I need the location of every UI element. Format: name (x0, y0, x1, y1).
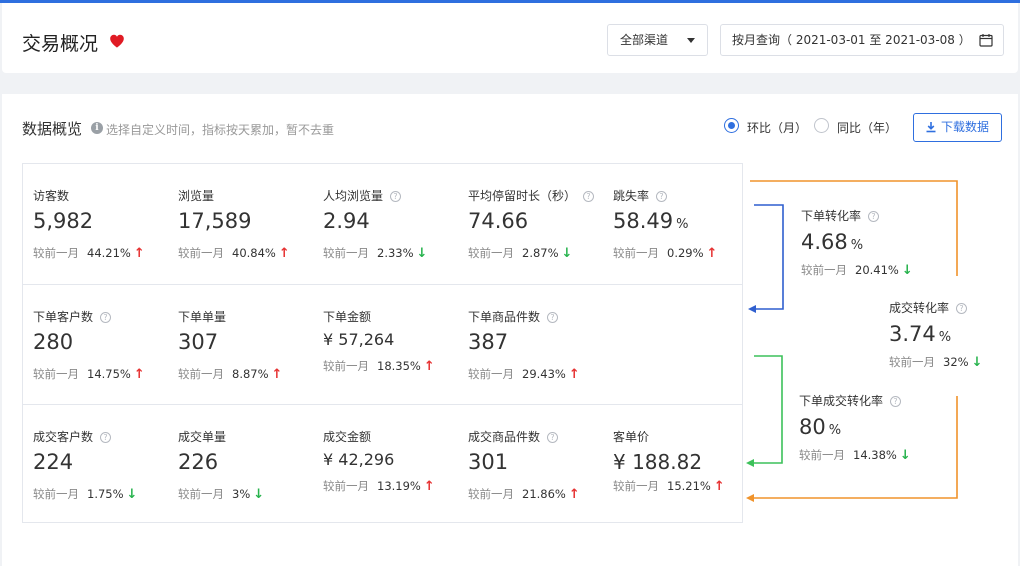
page-header: 交易概况 全部渠道 按月查询（ 2021-03-01 至 2021-03-08 … (2, 3, 1018, 73)
arrow-down-icon: ↓ (899, 448, 911, 463)
funnel-flow-lines (746, 180, 958, 502)
help-icon[interactable]: ? (868, 211, 880, 222)
help-icon[interactable]: ? (890, 396, 902, 407)
channel-select[interactable]: 全部渠道 (607, 24, 708, 56)
funnel-order-deal-rate-value: 80 (799, 415, 826, 439)
compare-label: 较前一月 (801, 263, 847, 277)
funnel-order-deal-rate-label: 下单成交转化率 (799, 394, 884, 408)
arrow-down-icon: ↓ (971, 355, 983, 370)
funnel-order-deal-rate: 下单成交转化率? 80% 较前一月 14.38% ↓ (799, 392, 911, 463)
funnel-deal-rate-value: 3.74 (889, 322, 936, 346)
funnel-order-deal-rate-unit: % (828, 423, 842, 438)
flow-line-blue (752, 204, 784, 310)
funnel-order-rate-value: 4.68 (801, 230, 848, 254)
date-range-value: 按月查询（ 2021-03-01 至 2021-03-08 ） (732, 33, 971, 47)
arrow-down-icon: ↓ (901, 263, 913, 278)
date-range-picker[interactable]: 按月查询（ 2021-03-01 至 2021-03-08 ） (720, 24, 1004, 56)
arrow-head-orange (746, 494, 754, 502)
funnel-deal-rate-unit: % (938, 330, 952, 345)
funnel-deal-rate-label: 成交转化率 (889, 301, 950, 315)
funnel-order-rate: 下单转化率? 4.68% 较前一月 20.41% ↓ (801, 207, 913, 278)
funnel-order-deal-rate-pct: 14.38% (853, 448, 897, 462)
funnel-deal-rate-pct: 32% (943, 355, 969, 369)
compare-label: 较前一月 (799, 448, 845, 462)
arrow-head-blue (748, 305, 756, 313)
arrow-head-green (746, 459, 754, 467)
page-title: 交易概况 (22, 33, 99, 55)
data-overview-panel: 数据概览 i 选择自定义时间，指标按天累加，暂不去重 环比（月） 同比（年） 下… (2, 94, 1018, 566)
help-icon[interactable]: ? (956, 303, 968, 314)
funnel-order-rate-label: 下单转化率 (801, 209, 862, 223)
funnel-deal-rate: 成交转化率? 3.74% 较前一月 32% ↓ (889, 299, 982, 370)
caret-down-icon (687, 38, 695, 43)
heart-icon (110, 34, 124, 48)
channel-select-value: 全部渠道 (620, 33, 669, 47)
calendar-icon (979, 34, 993, 47)
funnel-order-rate-unit: % (850, 238, 864, 253)
funnel-order-rate-pct: 20.41% (855, 263, 899, 277)
flow-line-green (751, 355, 783, 464)
compare-label: 较前一月 (889, 355, 935, 369)
